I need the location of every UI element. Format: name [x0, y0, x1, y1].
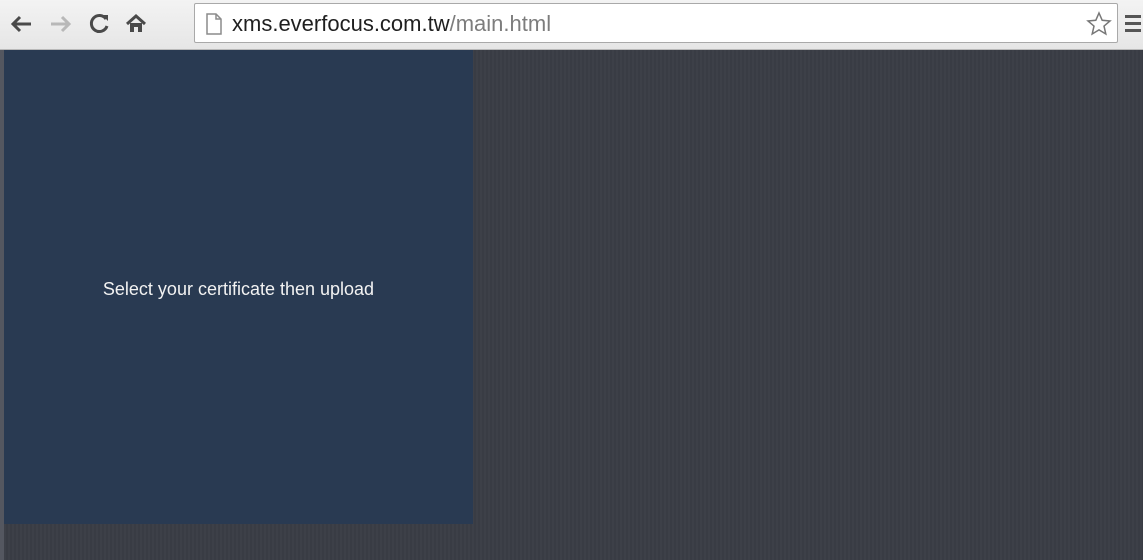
certificate-upload-panel: Select your certificate then upload: [4, 50, 473, 524]
back-button[interactable]: [6, 9, 36, 39]
reload-button[interactable]: [84, 9, 114, 39]
bookmark-button[interactable]: [1084, 8, 1114, 40]
bookmark-star-icon: [1086, 11, 1112, 36]
url-path: /main.html: [449, 11, 552, 36]
home-button[interactable]: [121, 9, 151, 39]
menu-icon: [1125, 15, 1141, 32]
forward-arrow-icon: [51, 15, 72, 33]
page-icon: [206, 13, 222, 35]
url-text: xms.everfocus.com.tw/main.html: [232, 12, 551, 36]
browser-toolbar: xms.everfocus.com.tw/main.html: [0, 0, 1143, 50]
browser-menu-button[interactable]: [1124, 11, 1143, 37]
reload-icon: [89, 14, 109, 33]
upload-instruction-text: Select your certificate then upload: [102, 279, 375, 299]
url-host: xms.everfocus.com.tw: [232, 11, 450, 36]
back-arrow-icon: [10, 15, 31, 33]
page-content: Select your certificate then upload: [0, 50, 1143, 560]
home-icon: [126, 13, 146, 32]
forward-button[interactable]: [46, 9, 76, 39]
address-bar[interactable]: xms.everfocus.com.tw/main.html: [194, 3, 1118, 43]
